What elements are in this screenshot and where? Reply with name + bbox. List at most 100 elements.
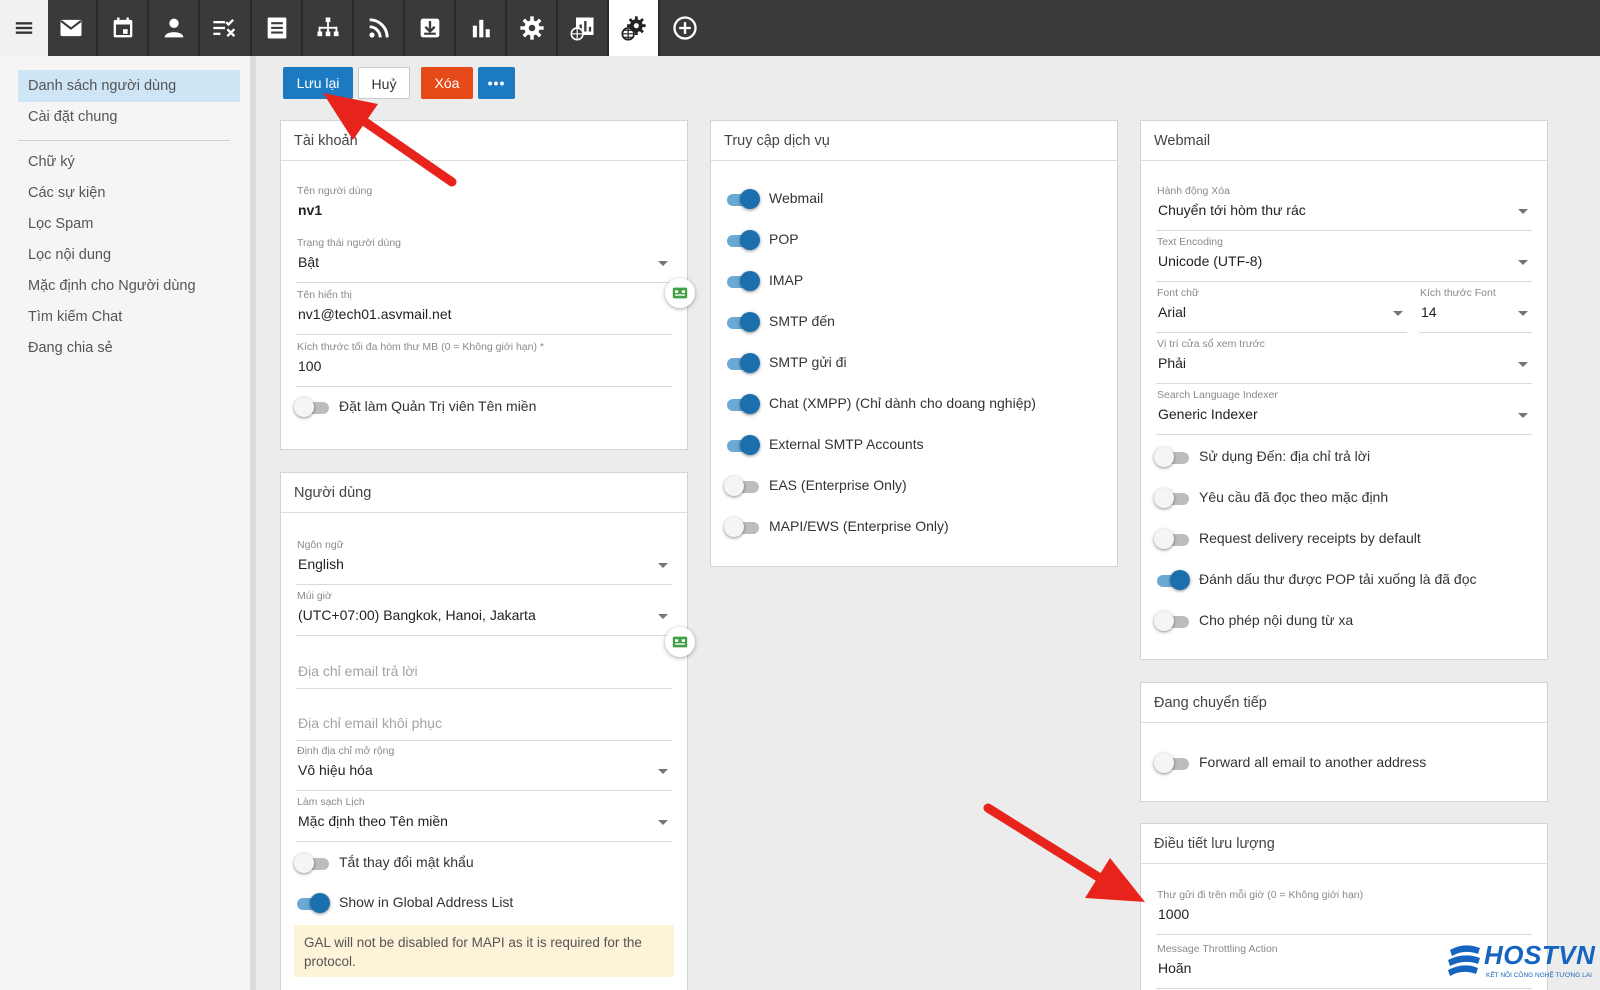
plus-addressing-value: Vô hiệu hóa — [298, 762, 373, 778]
sitemap-icon[interactable] — [303, 0, 353, 56]
calendar-cleanup-select[interactable]: Làm sạch Lịch Mặc định theo Tên miền — [296, 794, 672, 842]
preview-pane-value: Phải — [1158, 355, 1187, 371]
user-card-title: Người dùng — [281, 473, 687, 513]
settings-gear-icon[interactable] — [507, 0, 557, 56]
more-options-button[interactable]: ••• — [478, 67, 515, 99]
sidebar-item-signatures[interactable]: Chữ ký — [18, 146, 240, 178]
service-eas-toggle[interactable] — [724, 476, 760, 496]
disable-password-change-toggle[interactable] — [294, 853, 330, 873]
contact-card-icon[interactable] — [665, 278, 695, 308]
throttling-card-title: Điều tiết lưu lượng — [1141, 824, 1547, 864]
remote-content-label: Cho phép nội dung từ xa — [1199, 612, 1354, 628]
read-receipt-toggle[interactable] — [1154, 488, 1190, 508]
domain-settings-icon[interactable] — [609, 0, 659, 56]
sidebar-item-general-settings[interactable]: Cài đặt chung — [18, 101, 240, 133]
chevron-down-icon — [1518, 413, 1528, 418]
chevron-down-icon — [658, 614, 668, 619]
plus-addressing-select[interactable]: Định địa chỉ mở rộng Vô hiệu hóa — [296, 743, 672, 791]
font-size-select[interactable]: Kích thước Font 14 — [1419, 285, 1532, 333]
delete-action-select[interactable]: Hành động Xóa Chuyển tới hòm thư rác — [1156, 183, 1532, 231]
show-gal-toggle[interactable] — [294, 893, 330, 913]
notes-icon[interactable] — [252, 0, 302, 56]
messages-per-hour-input[interactable]: Thư gửi đi trên mỗi giờ (0 = Không giới … — [1156, 887, 1532, 935]
mail-icon[interactable] — [46, 0, 96, 56]
sidebar-item-chat-search[interactable]: Tìm kiếm Chat — [18, 301, 240, 333]
sidebar-item-user-list[interactable]: Danh sách người dùng — [18, 70, 240, 102]
sidebar-item-events[interactable]: Các sự kiện — [18, 177, 240, 209]
plus-addressing-label: Định địa chỉ mở rộng — [297, 745, 395, 757]
delete-button[interactable]: Xóa — [421, 67, 473, 99]
sidebar-item-content-filter[interactable]: Lọc nội dung — [18, 239, 240, 271]
bar-chart-icon[interactable] — [456, 0, 506, 56]
username-field: Tên người dùng nv1 — [296, 183, 672, 231]
contact-card-icon[interactable] — [665, 627, 695, 657]
sidebar-divider — [18, 140, 230, 141]
language-label: Ngôn ngữ — [297, 539, 344, 551]
use-reply-to-toggle[interactable] — [1154, 447, 1190, 467]
rss-icon[interactable] — [354, 0, 404, 56]
search-indexer-label: Search Language Indexer — [1157, 389, 1278, 401]
display-name-input[interactable]: Tên hiển thị nv1@tech01.asvmail.net — [296, 287, 672, 335]
chevron-down-icon — [658, 261, 668, 266]
service-external-smtp-toggle[interactable] — [724, 435, 760, 455]
webmail-card: Webmail Hành động Xóa Chuyển tới hòm thư… — [1140, 120, 1548, 660]
disable-password-change-label: Tắt thay đổi mật khẩu — [339, 854, 474, 870]
service-pop-toggle[interactable] — [724, 230, 760, 250]
forward-all-toggle[interactable] — [1154, 753, 1190, 773]
save-button[interactable]: Lưu lại — [283, 67, 353, 99]
timezone-select[interactable]: Múi giờ (UTC+07:00) Bangkok, Hanoi, Jaka… — [296, 588, 672, 636]
calendar-icon[interactable] — [98, 0, 148, 56]
service-smtp-out-toggle[interactable] — [724, 353, 760, 373]
mark-pop-read-toggle[interactable] — [1154, 570, 1190, 590]
calendar-cleanup-value: Mặc định theo Tên miền — [298, 813, 448, 829]
reports-icon[interactable] — [558, 0, 608, 56]
read-receipt-label: Yêu cầu đã đọc theo mặc định — [1199, 489, 1389, 505]
cancel-button[interactable]: Huỷ — [358, 67, 410, 99]
hostvn-logo: HOSTVN KẾT NỐI CÔNG NGHỆ TƯƠNG LAI — [1444, 938, 1595, 986]
sidebar-item-user-defaults[interactable]: Mặc định cho Người dùng — [18, 270, 240, 302]
forwarding-card: Đang chuyển tiếp Forward all email to an… — [1140, 682, 1548, 802]
contacts-icon[interactable] — [149, 0, 199, 56]
preview-pane-label: Vị trí cửa sổ xem trước — [1157, 338, 1265, 350]
preview-pane-select[interactable]: Vị trí cửa sổ xem trước Phải — [1156, 336, 1532, 384]
search-indexer-select[interactable]: Search Language Indexer Generic Indexer — [1156, 387, 1532, 435]
webmail-card-title: Webmail — [1141, 121, 1547, 161]
forward-all-label: Forward all email to another address — [1199, 754, 1427, 770]
remote-content-toggle[interactable] — [1154, 611, 1190, 631]
sidebar-item-sharing[interactable]: Đang chia sẻ — [18, 332, 240, 364]
throttling-action-label: Message Throttling Action — [1157, 943, 1278, 955]
throttling-action-value: Hoãn — [1158, 960, 1192, 976]
service-webmail-toggle[interactable] — [724, 189, 760, 209]
timezone-label: Múi giờ — [297, 590, 332, 602]
menu-icon[interactable] — [0, 0, 48, 56]
domain-admin-toggle[interactable] — [294, 397, 330, 417]
mailbox-size-label: Kích thước tối đa hòm thư MB (0 = Không … — [297, 341, 544, 353]
delete-action-value: Chuyển tới hòm thư rác — [1158, 202, 1306, 218]
service-access-card-title: Truy cập dịch vụ — [711, 121, 1117, 161]
chevron-down-icon — [658, 769, 668, 774]
username-value: nv1 — [298, 202, 323, 218]
mailbox-size-input[interactable]: Kích thước tối đa hòm thư MB (0 = Không … — [296, 339, 672, 387]
sidebar-item-spam-filter[interactable]: Lọc Spam — [18, 208, 240, 240]
user-card: Người dùng Ngôn ngữ English Múi giờ (UTC… — [280, 472, 688, 990]
delivery-receipt-toggle[interactable] — [1154, 529, 1190, 549]
text-encoding-label: Text Encoding — [1157, 236, 1223, 248]
service-mapi-toggle[interactable] — [724, 517, 760, 537]
domain-admin-label: Đặt làm Quản Trị viên Tên miền — [339, 398, 537, 414]
text-encoding-select[interactable]: Text Encoding Unicode (UTF-8) — [1156, 234, 1532, 282]
user-status-select[interactable]: Trạng thái người dùng Bật — [296, 235, 672, 283]
tasks-icon[interactable] — [200, 0, 250, 56]
hostvn-logo-tagline: KẾT NỐI CÔNG NGHỆ TƯƠNG LAI — [1486, 972, 1592, 979]
account-card: Tài khoản Tên người dùng nv1 Trạng thái … — [280, 120, 688, 450]
add-circle-icon[interactable] — [660, 0, 710, 56]
recovery-email-input[interactable]: Địa chỉ email khôi phục — [296, 693, 672, 741]
search-indexer-value: Generic Indexer — [1158, 406, 1258, 422]
delivery-receipt-label: Request delivery receipts by default — [1199, 530, 1421, 546]
service-smtp-in-toggle[interactable] — [724, 312, 760, 332]
reply-email-input[interactable]: Địa chỉ email trả lời — [296, 641, 672, 689]
language-select[interactable]: Ngôn ngữ English — [296, 537, 672, 585]
service-chat-toggle[interactable] — [724, 394, 760, 414]
download-icon[interactable] — [405, 0, 455, 56]
font-select[interactable]: Font chữ Arial — [1156, 285, 1407, 333]
service-imap-toggle[interactable] — [724, 271, 760, 291]
